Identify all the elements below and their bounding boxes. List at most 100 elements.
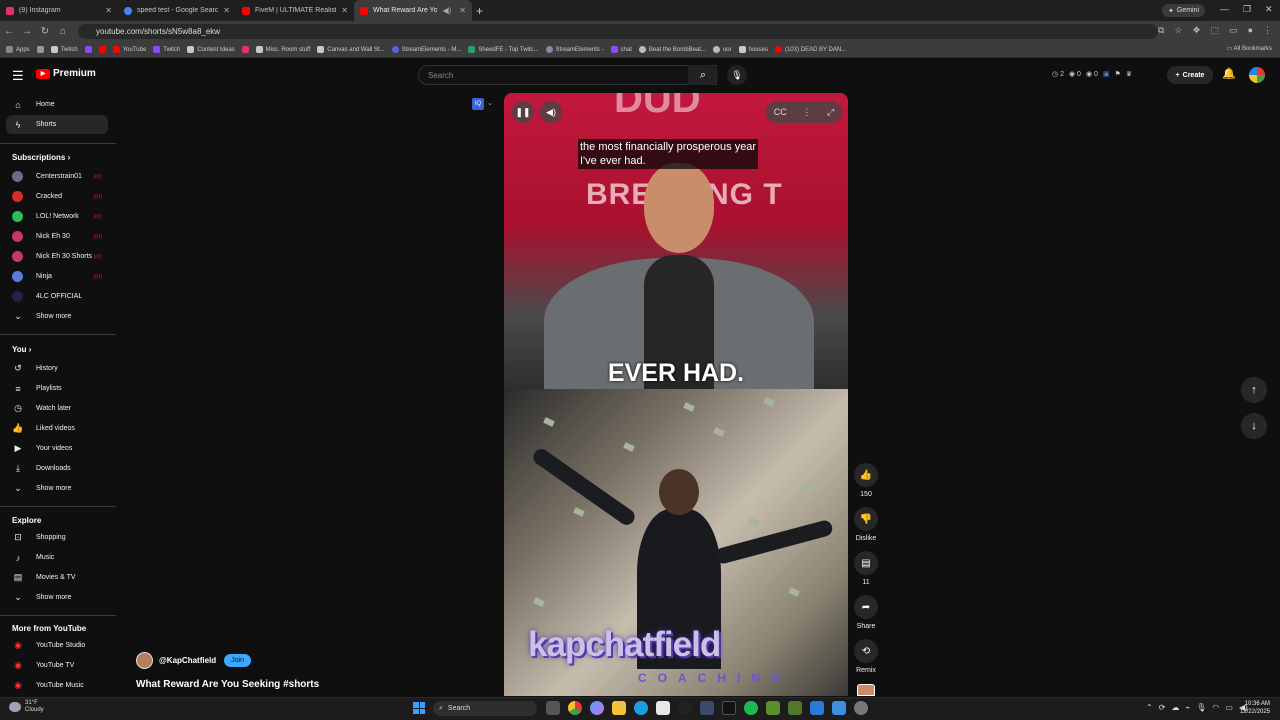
notepad-icon[interactable] — [832, 701, 846, 715]
shorts-video-player[interactable]: DUD BREAKING T the most financially pros… — [504, 93, 848, 696]
sidebar-subscription[interactable]: LOL! Network ((•)) — [6, 207, 108, 226]
new-tab-button[interactable]: + — [476, 4, 483, 18]
taskbar-search[interactable]: ⌕ Search — [433, 701, 537, 716]
address-bar[interactable]: youtube.com/shorts/sN5w8a8_ekw — [78, 24, 1158, 39]
subscriptions-heading[interactable]: Subscriptions › — [12, 153, 70, 162]
browser-menu-icon[interactable]: ⋮ — [1263, 25, 1272, 36]
extension-chip-icon[interactable]: IQ — [472, 98, 484, 110]
video-title[interactable]: What Reward Are You Seeking #shorts — [136, 679, 319, 690]
speaker-icon[interactable]: ◀) — [442, 6, 451, 15]
bookmark-item[interactable]: Content Ideas — [187, 46, 235, 53]
account-avatar[interactable] — [1249, 67, 1265, 83]
start-button[interactable] — [413, 702, 425, 714]
bookmark-item[interactable]: SheedFE - Top Twitc... — [468, 46, 539, 53]
close-tab-icon[interactable]: ✕ — [459, 6, 466, 15]
pause-button[interactable]: ❚❚ — [512, 101, 534, 123]
sidebar-item-your-videos[interactable]: ▶ Your videos — [6, 439, 108, 458]
show-more-you[interactable]: ⌄ Show more — [6, 479, 108, 498]
bookmark-item[interactable]: YouTube — [112, 46, 146, 53]
sync-icon[interactable]: ⟳ — [1159, 703, 1166, 712]
bookmark-star-icon[interactable]: ☆ — [1174, 25, 1182, 36]
bookmark-item[interactable]: Twitch — [153, 46, 180, 53]
reload-icon[interactable]: ↻ — [36, 26, 54, 37]
extensions-puzzle-icon[interactable]: ⬚ — [1211, 25, 1220, 36]
extension-icon[interactable]: ▣ — [1103, 70, 1110, 78]
sidebar-subscription[interactable]: Cracked ((•)) — [6, 187, 108, 206]
edge-icon[interactable] — [634, 701, 648, 715]
github-icon[interactable] — [678, 701, 692, 715]
steam-icon[interactable] — [700, 701, 714, 715]
sidebar-subscription[interactable]: Ninja ((•)) — [6, 267, 108, 286]
youtube-logo[interactable]: ▶ Premium — [36, 68, 96, 79]
spotify-icon[interactable] — [744, 701, 758, 715]
task-view-icon[interactable] — [546, 701, 560, 715]
dislike-button[interactable]: 👎 Dislike — [852, 507, 880, 542]
browser-tab[interactable]: (9) Instagram ✕ — [0, 0, 118, 21]
close-tab-icon[interactable]: ✕ — [223, 6, 230, 15]
file-explorer-icon[interactable] — [612, 701, 626, 715]
channel-avatar[interactable] — [136, 652, 153, 669]
create-button[interactable]: + Create — [1167, 66, 1213, 84]
store-icon[interactable] — [656, 701, 670, 715]
sidebar-item-home[interactable]: ⌂ Home — [6, 95, 108, 114]
back-icon[interactable]: ← — [0, 26, 18, 37]
bookmark-item[interactable]: Twitch — [50, 46, 78, 53]
search-button[interactable]: ⌕ — [688, 65, 718, 85]
voice-search-button[interactable]: 🎙 — [727, 65, 747, 85]
chevron-up-icon[interactable]: ⌃ — [1146, 703, 1153, 712]
settings-icon[interactable] — [854, 701, 868, 715]
hamburger-menu-icon[interactable]: ☰ — [12, 68, 24, 84]
bookmark-item[interactable] — [84, 46, 92, 53]
captions-icon[interactable]: CC — [774, 107, 787, 117]
share-button[interactable]: ➦ Share — [852, 595, 880, 630]
sidebar-item-watch-later[interactable]: ◷ Watch later — [6, 399, 108, 418]
more-options-icon[interactable]: ⋮ — [802, 107, 811, 118]
next-short-button[interactable]: ↓ — [1241, 413, 1267, 439]
channel-handle[interactable]: @KapChatfield — [159, 656, 216, 665]
bookmark-item[interactable]: Misc. Room stuff — [255, 46, 310, 53]
sidebar-item-movies[interactable]: ▤ Movies & TV — [6, 568, 108, 587]
nvidia-icon[interactable] — [766, 701, 780, 715]
photos-icon[interactable] — [810, 701, 824, 715]
bookmark-item[interactable] — [36, 46, 44, 53]
bookmark-item[interactable]: StreamElements - M... — [391, 46, 461, 53]
copilot-icon[interactable] — [590, 701, 604, 715]
previous-short-button[interactable]: ↑ — [1241, 377, 1267, 403]
mic-icon[interactable]: 🎙 — [1196, 703, 1206, 712]
bookmark-item[interactable]: (103) DEAD BY DAN... — [774, 46, 846, 53]
remix-button[interactable]: ⟲ Remix — [852, 639, 880, 674]
search-input[interactable]: Search — [418, 65, 717, 85]
wifi-icon[interactable]: ◠ — [1212, 703, 1219, 712]
sound-thumbnail[interactable] — [857, 684, 875, 696]
volume-button[interactable]: ◀) — [540, 101, 562, 123]
sidebar-item-liked-videos[interactable]: 👍 Liked videos — [6, 419, 108, 438]
join-button[interactable]: Join — [224, 654, 251, 667]
sidebar-item-shopping[interactable]: ⊡ Shopping — [6, 528, 108, 547]
network-icon[interactable]: ⌁ — [1185, 703, 1190, 712]
bookmark-item[interactable]: oor — [712, 46, 732, 53]
flag-icon[interactable]: ⚑ — [1115, 70, 1121, 78]
sidebar-item-youtube-studio[interactable]: ◉ YouTube Studio — [6, 636, 108, 655]
minecraft-icon[interactable] — [788, 701, 802, 715]
bookmark-item[interactable]: Beat the BombBeat... — [638, 46, 706, 53]
show-more-explore[interactable]: ⌄ Show more — [6, 588, 108, 607]
sidebar-subscription[interactable]: 4LC OFFICIAL — [6, 287, 108, 306]
extension-icon[interactable]: ❖ — [1192, 25, 1200, 36]
bookmark-item[interactable] — [241, 46, 249, 53]
chevron-down-icon[interactable]: ⌄ — [487, 99, 493, 107]
profile-icon[interactable]: ● — [1248, 25, 1253, 36]
close-tab-icon[interactable]: ✕ — [105, 6, 112, 15]
bookmark-item[interactable]: chat — [610, 46, 632, 53]
sidebar-item-youtube-music[interactable]: ◉ YouTube Music — [6, 676, 108, 695]
browser-tab[interactable]: FiveM | ULTIMATE Realistic Gra✕ — [236, 0, 354, 21]
like-button[interactable]: 👍 150 — [852, 463, 880, 498]
browser-tab[interactable]: speed test - Google Search ✕ — [118, 0, 236, 21]
maximize-icon[interactable]: ❐ — [1243, 4, 1251, 15]
fullscreen-icon[interactable]: ⤢ — [827, 107, 834, 118]
all-bookmarks[interactable]: ▭ All Bookmarks — [1227, 45, 1272, 52]
you-heading[interactable]: You › — [12, 345, 31, 354]
close-tab-icon[interactable]: ✕ — [341, 6, 348, 15]
sidebar-item-shorts[interactable]: ϟ Shorts — [6, 115, 108, 134]
sidebar-item-downloads[interactable]: ⤓ Downloads — [6, 459, 108, 478]
sidebar-item-music[interactable]: ♪ Music — [6, 548, 108, 567]
